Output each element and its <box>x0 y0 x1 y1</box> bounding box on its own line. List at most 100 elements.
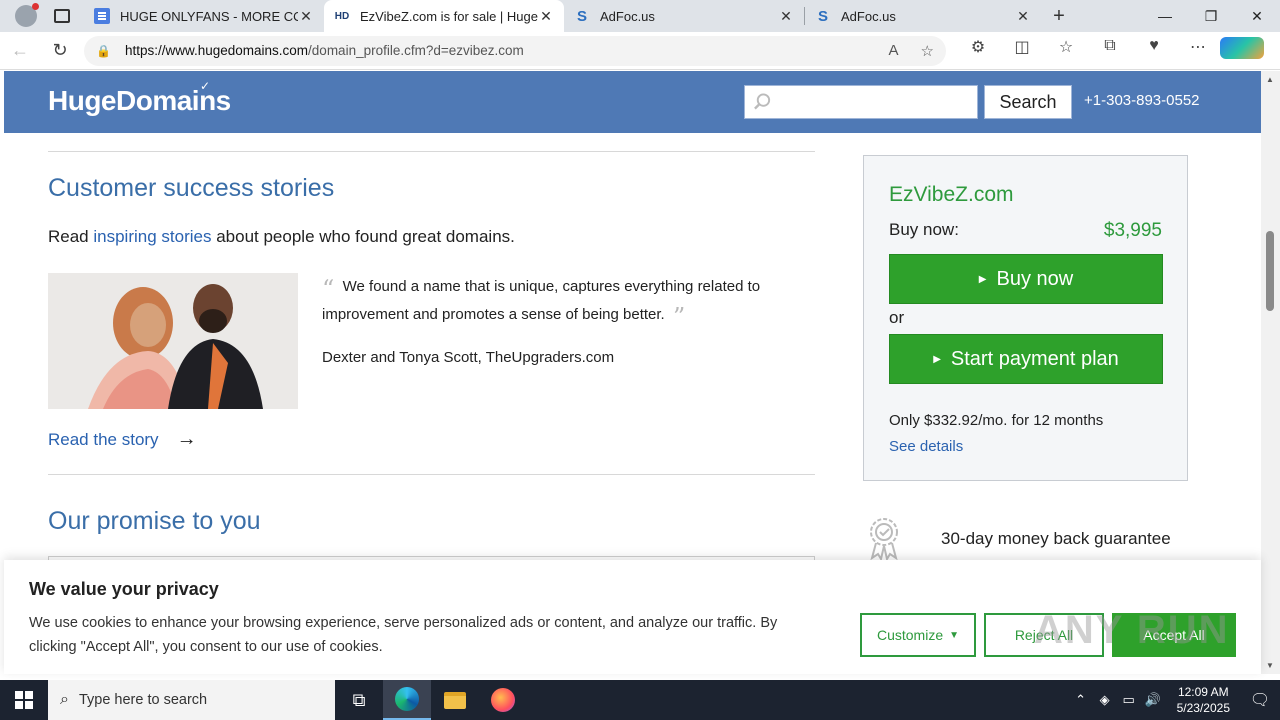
tab-title: AdFoc.us <box>600 8 655 24</box>
copilot-icon[interactable] <box>1220 37 1264 64</box>
promise-title: Our promise to you <box>48 507 261 535</box>
read-story-link[interactable]: Read the story → <box>48 428 197 451</box>
scroll-up-icon[interactable]: ▲ <box>1266 75 1274 84</box>
profile-icon[interactable] <box>14 3 39 27</box>
split-screen-icon[interactable]: ◫ <box>1000 37 1044 64</box>
customize-label: Customize <box>876 627 944 643</box>
favorites-icon[interactable]: ☆ <box>1044 37 1088 64</box>
hugedomains-logo[interactable]: HugeDomains ✓ <box>48 79 231 117</box>
header-search-box[interactable] <box>744 85 978 119</box>
chevron-up-icon[interactable]: ⌃ <box>1069 692 1093 708</box>
favorite-star-icon[interactable]: ☆ <box>921 42 934 60</box>
quote-text: We found a name that is unique, captures… <box>322 278 761 323</box>
notification-icon[interactable]: 🗨 <box>1240 690 1280 710</box>
see-details-link[interactable]: See details <box>889 438 963 455</box>
tab-onlyfans[interactable]: HUGE ONLYFANS - MORE COMIN ✕ <box>84 0 324 32</box>
phone-number[interactable]: +1-303-893-0552 <box>1084 92 1200 109</box>
windows-start-icon[interactable] <box>0 680 48 720</box>
arrow-right-icon: → <box>176 428 197 450</box>
scroll-down-icon[interactable]: ▼ <box>1266 661 1274 670</box>
tab-actions-icon[interactable] <box>53 9 70 23</box>
close-window-icon[interactable]: ✕ <box>1234 0 1280 32</box>
section-divider <box>48 151 815 152</box>
tab-title: HUGE ONLYFANS - MORE COMIN <box>120 8 298 24</box>
clock-time: 12:09 AM <box>1177 685 1229 699</box>
payment-terms: Only $332.92/mo. for 12 months <box>889 412 1104 429</box>
restore-icon[interactable]: ❐ <box>1188 0 1234 32</box>
domain-price: $3,995 <box>1103 220 1162 241</box>
lead-text: Read <box>48 227 94 246</box>
close-icon[interactable]: ✕ <box>778 8 794 25</box>
close-icon[interactable]: ✕ <box>298 8 314 25</box>
windows-taskbar: ⌕ Type here to search ⧉ ⌃ ◈ ▭ 🔊 12:09 AM… <box>0 680 1280 720</box>
award-ribbon-icon <box>870 518 898 560</box>
volume-icon[interactable]: 🔊 <box>1141 692 1165 708</box>
close-icon[interactable]: ✕ <box>1015 8 1031 25</box>
buy-now-button[interactable]: ▶ Buy now <box>889 254 1163 304</box>
system-tray: ⌃ ◈ ▭ 🔊 12:09 AM 5/23/2025 🗨 <box>1069 684 1280 716</box>
browser-essentials-icon[interactable]: ♥ <box>1132 37 1176 64</box>
address-bar: ← ↻ 🔒 https://www.hugedomains.com/domain… <box>0 32 1280 70</box>
file-explorer-icon[interactable] <box>431 680 479 720</box>
cookie-title: We value your privacy <box>29 579 219 599</box>
back-icon[interactable]: ← <box>0 32 40 70</box>
customize-button[interactable]: Customize ▼ <box>860 613 976 657</box>
lead-text: about people who found great domains. <box>211 227 515 246</box>
logo-tick-icon: ✓ <box>200 79 210 93</box>
payment-plan-button[interactable]: ▶ Start payment plan <box>889 334 1163 384</box>
network-icon[interactable]: ▭ <box>1117 692 1141 708</box>
adfoc-icon: S <box>576 7 587 25</box>
scroll-thumb[interactable] <box>1266 231 1274 311</box>
page-scrollbar[interactable]: ▲ ▼ <box>1261 71 1280 674</box>
taskbar-search[interactable]: ⌕ Type here to search <box>48 680 335 720</box>
firefox-icon[interactable] <box>479 680 527 720</box>
tab-adfoc-2[interactable]: S AdFoc.us ✕ <box>805 0 1041 32</box>
testimonial-quote: “ We found a name that is unique, captur… <box>322 274 802 330</box>
tab-adfoc-1[interactable]: S AdFoc.us ✕ <box>564 0 804 32</box>
money-back-guarantee: 30-day money back guarantee <box>941 529 1171 548</box>
adfoc-icon: S <box>817 7 828 25</box>
tab-bar-leading <box>0 0 84 32</box>
reject-all-button[interactable]: Reject All <box>984 613 1104 657</box>
tab-hugedomains[interactable]: HD EzVibeZ.com is for sale | HugeDo ✕ <box>324 0 564 32</box>
quote-close-icon: ” <box>673 303 686 331</box>
search-button[interactable]: Search <box>984 85 1072 119</box>
edge-icon[interactable] <box>383 680 431 720</box>
window-controls: — ❐ ✕ <box>1142 0 1280 32</box>
url-field[interactable]: 🔒 https://www.hugedomains.com/domain_pro… <box>84 35 946 66</box>
task-view-icon[interactable]: ⧉ <box>335 680 383 720</box>
clock[interactable]: 12:09 AM 5/23/2025 <box>1177 684 1230 716</box>
url-host: https://www.hugedomains.com <box>124 43 309 58</box>
url-path: /domain_profile.cfm?d=ezvibez.com <box>308 43 524 58</box>
inspiring-stories-link[interactable]: inspiring stories <box>93 227 211 246</box>
stories-title: Customer success stories <box>48 174 335 202</box>
search-icon: ⌕ <box>60 691 69 708</box>
caret-down-icon: ▼ <box>949 629 960 641</box>
read-aloud-icon[interactable]: A <box>889 42 899 59</box>
read-story-label: Read the story <box>48 429 159 449</box>
clock-date: 5/23/2025 <box>1176 701 1230 715</box>
collections-icon[interactable]: ⧉ <box>1088 37 1132 64</box>
new-tab-button[interactable]: + <box>1041 0 1077 32</box>
testimonial-author: Dexter and Tonya Scott, TheUpgraders.com <box>322 349 615 366</box>
customer-photo-image <box>48 273 298 409</box>
shield-icon[interactable]: ◈ <box>1093 692 1117 708</box>
section-divider <box>48 474 815 475</box>
refresh-icon[interactable]: ↻ <box>40 32 80 70</box>
play-icon: ▶ <box>933 353 941 365</box>
search-input[interactable] <box>778 87 977 117</box>
customer-photo <box>48 273 298 409</box>
cookie-banner: We value your privacy We use cookies to … <box>4 560 1261 674</box>
lock-icon[interactable]: 🔒 <box>96 44 111 58</box>
more-menu-icon[interactable]: ⋯ <box>1176 37 1220 64</box>
play-icon: ▶ <box>978 273 987 285</box>
accept-all-button[interactable]: Accept All <box>1112 613 1236 657</box>
stories-lead: Read inspiring stories about people who … <box>48 227 515 247</box>
close-icon[interactable]: ✕ <box>538 8 554 25</box>
hd-favicon-icon: HD <box>334 10 350 22</box>
or-label: or <box>889 308 905 327</box>
tab-title: EzVibeZ.com is for sale | HugeDo <box>360 8 538 24</box>
extensions-icon[interactable]: ⚙ <box>956 37 1000 64</box>
cookie-body: We use cookies to enhance your browsing … <box>29 615 778 655</box>
minimize-icon[interactable]: — <box>1142 0 1188 32</box>
